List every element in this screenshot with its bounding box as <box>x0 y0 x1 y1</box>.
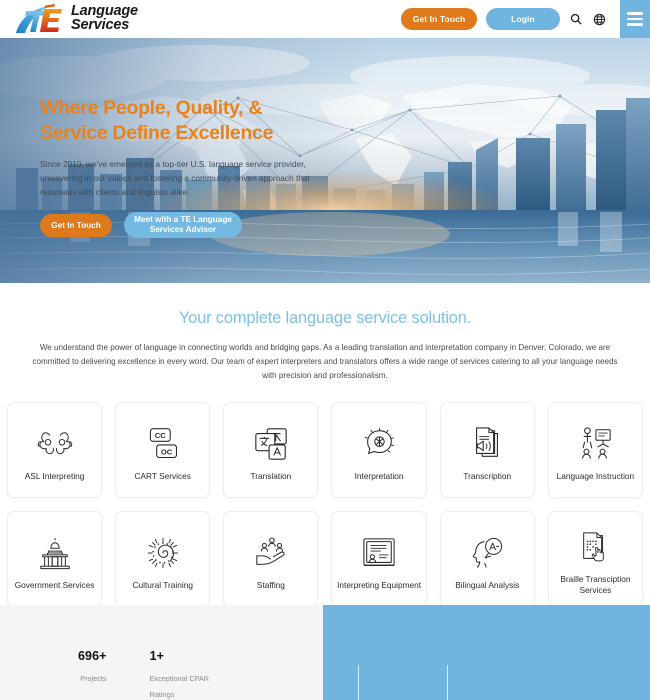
service-card-cart-services[interactable]: CC OC CART Services <box>115 402 211 499</box>
classroom-teaching-icon <box>577 420 613 468</box>
service-card-cultural-training[interactable]: Cultural Training <box>115 511 211 608</box>
hero-title-line-2: Service Define Excellence <box>40 121 274 144</box>
hero-get-in-touch-button[interactable]: Get In Touch <box>40 213 112 237</box>
stat-label: Exceptional CPAR Ratings <box>149 674 210 700</box>
header-actions: Get In Touch Login <box>401 0 650 38</box>
service-label: Bilingual Analysis <box>455 579 520 590</box>
service-card-asl-interpreting[interactable]: ASL Interpreting <box>7 402 103 499</box>
service-label: Braille Transciption Services <box>560 574 631 595</box>
stat-item: 696+ Projects <box>78 605 107 700</box>
hero-content: Where People, Quality, & Service Define … <box>40 96 370 239</box>
service-card-interpreting-equipment[interactable]: Interpreting Equipment <box>331 511 427 608</box>
stat-label: Projects <box>80 674 107 683</box>
stat-number: 696+ <box>78 649 107 663</box>
svg-text:CC: CC <box>155 431 167 440</box>
solution-description: We understand the power of language in c… <box>32 343 618 381</box>
hero-banner: Where People, Quality, & Service Define … <box>0 38 650 283</box>
braille-page-hand-icon <box>577 523 613 571</box>
service-label: CART Services <box>134 470 191 481</box>
head-speech-bubble-icon <box>468 529 506 577</box>
hamburger-menu-icon[interactable] <box>620 0 650 38</box>
presentation-screen-icon <box>361 529 397 577</box>
stat-number: 1+ <box>149 649 165 663</box>
logo-wordmark: Language Services <box>71 4 138 33</box>
hero-advisor-button[interactable]: Meet with a TE Language Services Advisor <box>124 212 242 239</box>
stats-divider-2 <box>447 665 449 700</box>
service-card-bilingual-analysis[interactable]: Bilingual Analysis <box>439 511 535 608</box>
service-label: ASL Interpreting <box>24 470 85 481</box>
search-icon[interactable] <box>569 12 583 26</box>
service-label: Cultural Training <box>132 579 193 590</box>
service-label: Staffing <box>256 579 285 590</box>
site-header: Language Services Get In Touch Login <box>0 0 650 38</box>
service-label: Interpretation <box>354 470 404 481</box>
service-card-transcription[interactable]: Transcription <box>439 402 535 499</box>
globe-icon[interactable] <box>592 12 606 26</box>
stats-section: 696+ Projects 1+ Exceptional CPAR Rating… <box>0 605 650 700</box>
speech-brain-icon <box>360 420 398 468</box>
service-card-interpretation[interactable]: Interpretation <box>331 402 427 499</box>
logo-line-2: Services <box>71 17 130 33</box>
closed-caption-icon: CC OC <box>143 420 183 468</box>
service-label: Language Instruction <box>556 470 635 481</box>
service-card-braille-transcription[interactable]: Braille Transciption Services <box>547 511 643 608</box>
translate-documents-icon <box>252 420 290 468</box>
hand-with-people-icon <box>252 529 290 577</box>
services-grid: ASL Interpreting CC OC CART Services Tra… <box>0 402 650 608</box>
hero-title: Where People, Quality, & Service Define … <box>40 96 370 146</box>
hero-cta-group: Get In Touch Meet with a TE Language Ser… <box>40 212 370 239</box>
spiral-sun-icon <box>145 529 181 577</box>
service-card-translation[interactable]: Translation <box>223 402 319 499</box>
te-monogram-icon <box>16 4 62 33</box>
login-button[interactable]: Login <box>486 8 560 30</box>
service-card-government-services[interactable]: Government Services <box>7 511 103 608</box>
hero-title-line-1: Where People, Quality, & <box>40 97 263 119</box>
stats-blue-panel <box>323 605 650 700</box>
service-label: Interpreting Equipment <box>337 579 422 590</box>
page-title: Your complete language service solution. <box>178 309 472 327</box>
service-label: Transcription <box>463 470 512 481</box>
capitol-building-icon <box>37 529 73 577</box>
service-label: Translation <box>250 470 292 481</box>
solution-section: Your complete language service solution.… <box>0 283 650 384</box>
hero-subtitle: Since 2010, we've emerged as a top-tier … <box>40 158 310 198</box>
signing-hands-icon <box>34 420 76 468</box>
stats-divider-1 <box>358 665 360 700</box>
service-label: Government Services <box>14 579 95 590</box>
stats-list: 696+ Projects 1+ Exceptional CPAR Rating… <box>0 605 228 700</box>
stat-item: 1+ Exceptional CPAR Ratings <box>150 605 228 700</box>
service-card-staffing[interactable]: Staffing <box>223 511 319 608</box>
svg-text:OC: OC <box>161 447 173 456</box>
logo[interactable]: Language Services <box>14 3 138 35</box>
service-card-language-instruction[interactable]: Language Instruction <box>547 402 643 499</box>
get-in-touch-button[interactable]: Get In Touch <box>401 8 477 30</box>
audio-document-icon <box>469 420 505 468</box>
